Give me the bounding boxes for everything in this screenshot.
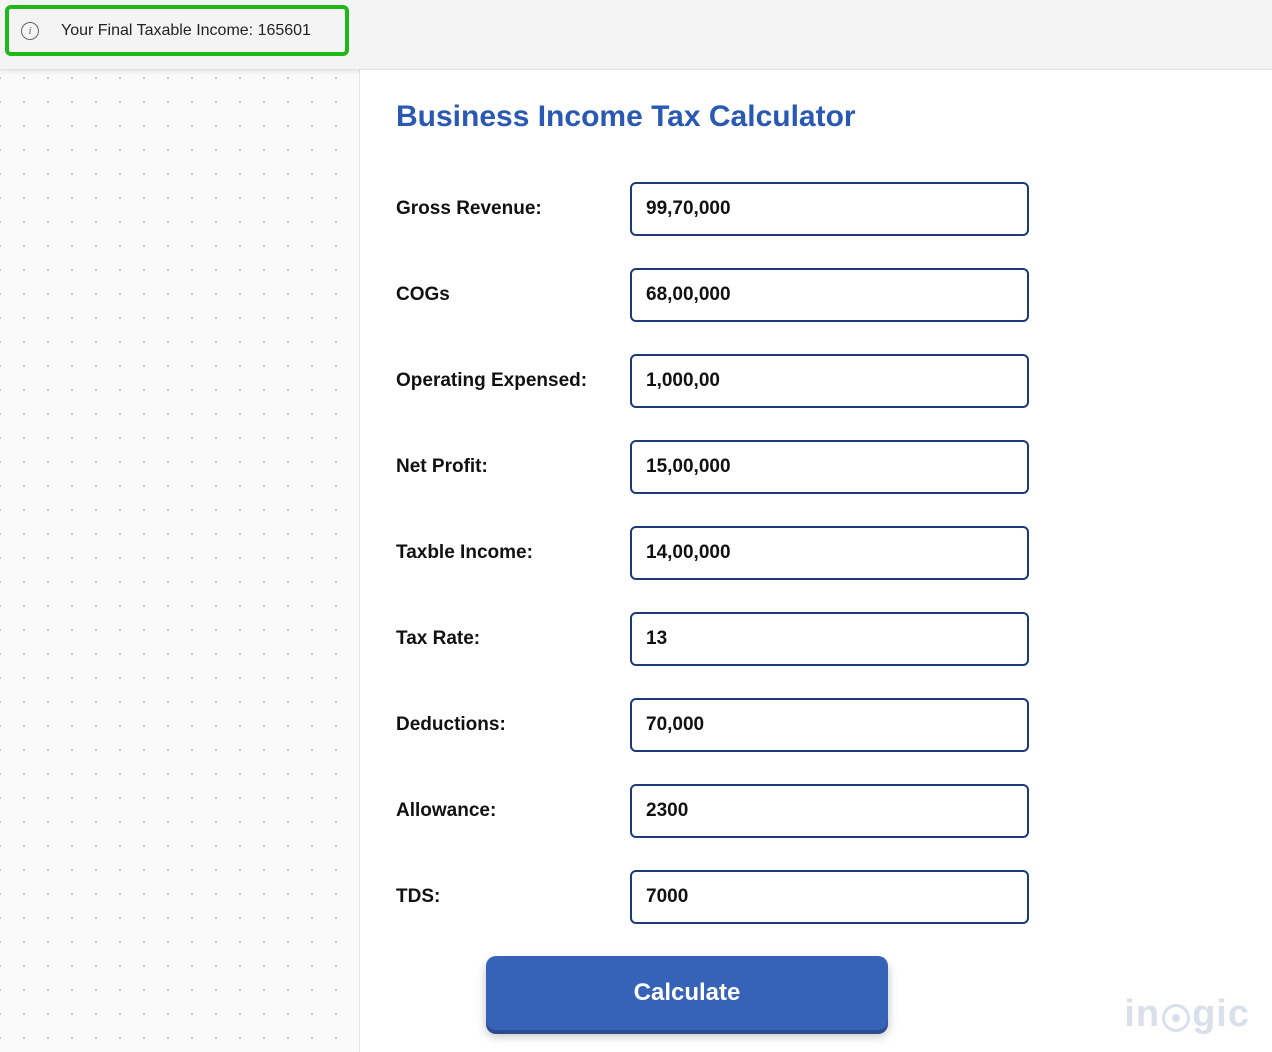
logo-text-pre: in bbox=[1124, 993, 1160, 1036]
taxable-income-label: Taxble Income: bbox=[396, 542, 630, 564]
taxable-income-input[interactable] bbox=[630, 526, 1029, 580]
net-profit-label: Net Profit: bbox=[396, 456, 630, 478]
form-row-cogs: COGs bbox=[396, 268, 1236, 322]
deductions-label: Deductions: bbox=[396, 714, 630, 736]
tax-rate-input[interactable] bbox=[630, 612, 1029, 666]
calculate-button[interactable]: Calculate bbox=[486, 956, 888, 1030]
top-notification-bar: i Your Final Taxable Income: 165601 bbox=[0, 0, 1272, 70]
tax-rate-label: Tax Rate: bbox=[396, 628, 630, 650]
calculator-form: Gross Revenue: COGs Operating Expensed: Ne… bbox=[396, 182, 1236, 924]
tds-input[interactable] bbox=[630, 870, 1029, 924]
operating-expenses-input[interactable] bbox=[630, 354, 1029, 408]
cogs-input[interactable] bbox=[630, 268, 1029, 322]
info-icon: i bbox=[21, 22, 39, 40]
result-callout: i Your Final Taxable Income: 165601 bbox=[5, 5, 349, 56]
operating-expenses-label: Operating Expensed: bbox=[396, 370, 630, 392]
deductions-input[interactable] bbox=[630, 698, 1029, 752]
form-row-operating-expenses: Operating Expensed: bbox=[396, 354, 1236, 408]
logo-text-post: gic bbox=[1192, 993, 1250, 1036]
gross-revenue-label: Gross Revenue: bbox=[396, 198, 630, 220]
cogs-label: COGs bbox=[396, 284, 630, 306]
form-row-taxable-income: Taxble Income: bbox=[396, 526, 1236, 580]
main-panel: Business Income Tax Calculator Gross Rev… bbox=[360, 70, 1272, 1052]
logo-target-icon bbox=[1162, 1004, 1190, 1032]
left-sidebar bbox=[0, 70, 360, 1052]
result-message: Your Final Taxable Income: 165601 bbox=[61, 22, 311, 40]
net-profit-input[interactable] bbox=[630, 440, 1029, 494]
form-row-tds: TDS: bbox=[396, 870, 1236, 924]
form-row-tax-rate: Tax Rate: bbox=[396, 612, 1236, 666]
allowance-label: Allowance: bbox=[396, 800, 630, 822]
form-row-net-profit: Net Profit: bbox=[396, 440, 1236, 494]
gross-revenue-input[interactable] bbox=[630, 182, 1029, 236]
page-title: Business Income Tax Calculator bbox=[396, 100, 1236, 134]
tds-label: TDS: bbox=[396, 886, 630, 908]
form-row-allowance: Allowance: bbox=[396, 784, 1236, 838]
inogic-logo: in gic bbox=[1124, 993, 1250, 1036]
form-row-deductions: Deductions: bbox=[396, 698, 1236, 752]
allowance-input[interactable] bbox=[630, 784, 1029, 838]
form-row-gross-revenue: Gross Revenue: bbox=[396, 182, 1236, 236]
